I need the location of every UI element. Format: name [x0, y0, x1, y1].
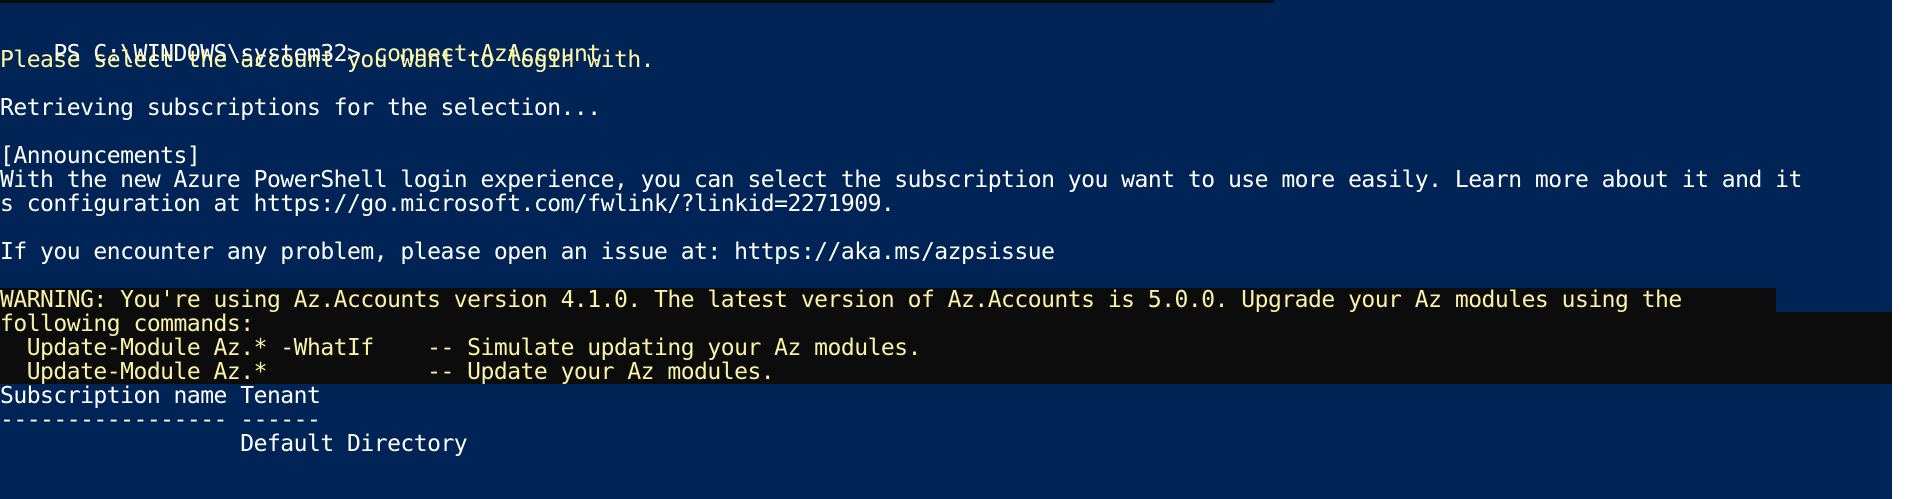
prompt-line: PS C:\WINDOWS\system32> connect-AzAccoun… — [0, 18, 601, 66]
table-row: Default Directory — [0, 431, 468, 457]
output-line-2: Retrieving subscriptions for the selecti… — [0, 95, 601, 121]
top-strip — [0, 0, 1274, 3]
warning-line-1: WARNING: You're using Az.Accounts versio… — [0, 288, 1776, 312]
output-line-5: s configuration at https://go.microsoft.… — [0, 191, 895, 217]
table-header: Subscription name Tenant — [0, 383, 321, 409]
output-line-4: With the new Azure PowerShell login expe… — [0, 167, 1802, 193]
warning-line-3: Update-Module Az.* -WhatIf -- Simulate u… — [0, 336, 1892, 360]
table-separator: ----------------- ------ — [0, 407, 321, 433]
warning-line-4: Update-Module Az.* -- Update your Az mod… — [0, 360, 1892, 384]
output-line-1: Please select the account you want to lo… — [0, 47, 655, 73]
output-line-3: [Announcements] — [0, 143, 201, 169]
output-line-6: If you encounter any problem, please ope… — [0, 239, 1055, 265]
powershell-console[interactable]: PS C:\WINDOWS\system32> connect-AzAccoun… — [0, 0, 1918, 499]
right-strip — [1892, 0, 1918, 499]
warning-line-2: following commands: — [0, 312, 1892, 336]
